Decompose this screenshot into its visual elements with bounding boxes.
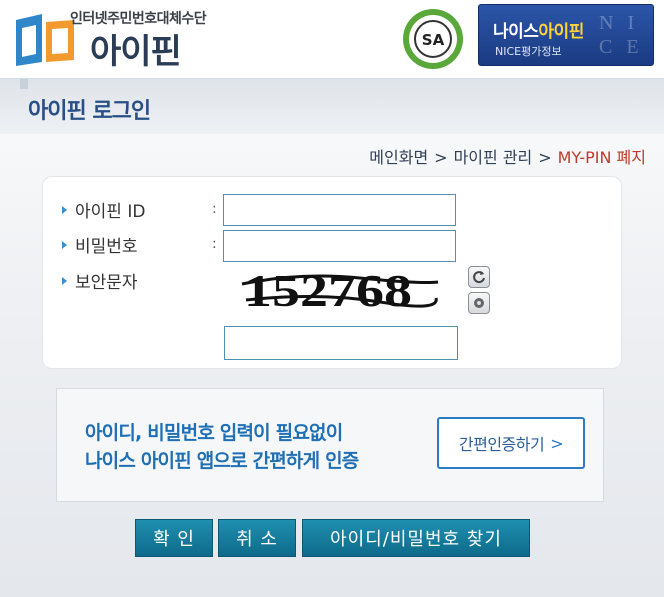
password-label: 비밀번호: [62, 232, 138, 257]
captcha-image: 152768: [241, 265, 439, 316]
captcha-label: 보안문자: [62, 268, 138, 293]
password-colon: :: [212, 236, 217, 252]
breadcrumb-item-current: MY-PIN 폐지: [557, 148, 646, 167]
breadcrumb: 메인화면 > 마이핀 관리 > MY-PIN 폐지: [369, 144, 646, 168]
easy-auth-info-box: 아이디, 비밀번호 입력이 필요없이 나이스 아이핀 앱으로 간편하게 인증 간…: [56, 388, 604, 502]
confirm-button[interactable]: 확 인: [135, 519, 213, 557]
captcha-audio-button[interactable]: [468, 292, 490, 314]
easy-auth-description: 아이디, 비밀번호 입력이 필요없이 나이스 아이핀 앱으로 간편하게 인증: [85, 419, 359, 475]
id-colon: :: [212, 201, 217, 217]
page-title: 아이핀 로그인: [28, 99, 151, 124]
breadcrumb-item-mypin[interactable]: 마이핀 관리: [454, 148, 533, 167]
nice-title: 나이스아이핀: [493, 17, 584, 42]
sa-badge-text: SA: [422, 31, 445, 49]
captcha-label-text: 보안문자: [75, 273, 138, 293]
nice-title-accent: 아이핀: [538, 22, 584, 42]
password-input[interactable]: [223, 230, 456, 262]
logo-name: 아이핀: [90, 32, 182, 72]
find-id-password-button[interactable]: 아이디/비밀번호 찾기: [302, 519, 530, 557]
captcha-refresh-button[interactable]: [468, 266, 490, 288]
ipin-logo: 인터넷주민번호대체수단 아이핀: [12, 6, 232, 72]
easy-auth-button-label: 간편인증하기: [458, 435, 545, 454]
refresh-icon: [473, 271, 485, 284]
nice-title-prefix: 나이스: [493, 22, 539, 42]
cancel-button[interactable]: 취 소: [218, 519, 296, 557]
password-label-text: 비밀번호: [75, 237, 138, 257]
captcha-input[interactable]: [224, 326, 458, 360]
captcha-text: 152768: [244, 265, 412, 316]
chevron-right-icon: >: [550, 433, 564, 453]
nice-watermark: NI CE: [599, 12, 653, 58]
bullet-icon: [62, 241, 67, 249]
breadcrumb-item-main[interactable]: 메인화면: [369, 148, 428, 167]
title-band-decoration: [20, 79, 28, 89]
easy-auth-button[interactable]: 간편인증하기 >: [437, 417, 585, 469]
bullet-icon: [62, 206, 67, 214]
easy-auth-line2: 나이스 아이핀 앱으로 간편하게 인증: [85, 450, 359, 472]
nice-sub: NICE평가정보: [495, 45, 562, 58]
id-label: 아이핀 ID: [62, 197, 145, 222]
id-label-text: 아이핀 ID: [75, 202, 146, 222]
audio-icon: [474, 298, 484, 308]
sa-certification-icon: SA: [403, 9, 463, 69]
id-input[interactable]: [223, 194, 456, 226]
header: 인터넷주민번호대체수단 아이핀 SA NI CE 나이스아이핀 NICE평가정보: [0, 0, 664, 78]
bullet-icon: [62, 277, 67, 285]
easy-auth-line1: 아이디, 비밀번호 입력이 필요없이: [85, 422, 343, 444]
title-band: 아이핀 로그인: [0, 78, 664, 134]
breadcrumb-separator: >: [434, 148, 448, 167]
nice-ipin-badge[interactable]: NI CE 나이스아이핀 NICE평가정보: [478, 4, 654, 66]
breadcrumb-separator: >: [538, 148, 552, 167]
